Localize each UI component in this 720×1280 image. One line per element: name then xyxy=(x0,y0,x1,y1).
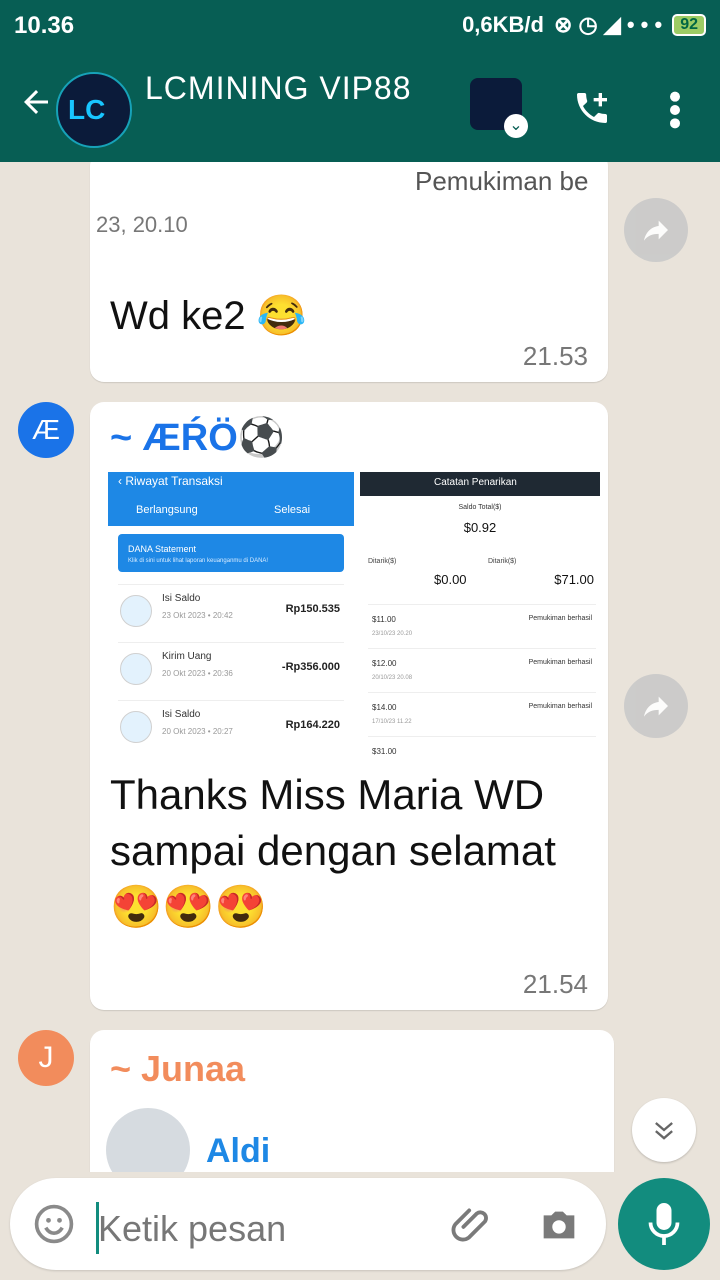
plus-icon xyxy=(120,595,152,627)
transaction-label: Kirim Uang xyxy=(162,651,212,662)
contact-name[interactable]: Aldi xyxy=(206,1132,270,1171)
attach-icon[interactable] xyxy=(450,1202,496,1248)
transaction-date: 23 Okt 2023 • 20:42 xyxy=(162,611,233,620)
withdrawal-screenshot: Catatan Penarikan Saldo Total($) $0.92 D… xyxy=(360,472,600,757)
sender-avatar[interactable]: J xyxy=(18,1030,74,1086)
transaction-amount: Rp164.220 xyxy=(285,719,340,731)
network-speed: 0,6KB/d xyxy=(462,12,544,37)
withdrawal-row: $11.00 23/10/23 20.20 Pemukiman berhasil xyxy=(368,604,596,649)
voice-record-button[interactable] xyxy=(618,1178,710,1270)
dana-header: ‹ Riwayat Transaksi Berlangsung Selesai xyxy=(108,472,354,526)
contact-avatar xyxy=(106,1108,190,1172)
chat-header: LC LCMINING VIP88 ⌄ xyxy=(0,52,720,162)
emoji-icon[interactable] xyxy=(32,1202,76,1246)
dana-statement-banner: DANA Statement Klik di sini untuk lihat … xyxy=(118,534,344,572)
transaction-row: Isi Saldo 23 Okt 2023 • 20:42 Rp150.535 xyxy=(118,584,344,641)
attached-image[interactable]: ‹ Riwayat Transaksi Berlangsung Selesai … xyxy=(108,472,600,757)
withdrawal-status: Pemukiman berhasil xyxy=(528,615,592,622)
withdrawal-amount: $11.00 xyxy=(372,615,396,624)
dana-tab-ongoing: Berlangsung xyxy=(136,504,198,516)
more-options-icon[interactable] xyxy=(668,90,682,130)
withdrawal-amount: $31.00 xyxy=(372,747,397,756)
dana-tab-done: Selesai xyxy=(274,504,311,516)
transaction-row: Kirim Uang 20 Okt 2023 • 20:36 -Rp356.00… xyxy=(118,642,344,699)
transaction-amount: -Rp356.000 xyxy=(281,661,340,673)
dana-screenshot: ‹ Riwayat Transaksi Berlangsung Selesai … xyxy=(108,472,354,757)
sender-avatar[interactable]: Æ xyxy=(18,402,74,458)
forward-button[interactable] xyxy=(624,198,688,262)
message-time: 21.54 xyxy=(522,969,588,999)
transaction-date: 20 Okt 2023 • 20:27 xyxy=(162,727,233,736)
withdrawal-row: $12.00 20/10/23 20.08 Pemukiman berhasil xyxy=(368,648,596,693)
chat-title[interactable]: LCMINING VIP88 xyxy=(145,70,412,107)
dana-statement-sub: Klik di sini untuk lihat laporan keuanga… xyxy=(128,558,269,564)
withdrawn-label-left: Ditarik($) xyxy=(368,558,397,565)
group-logo-text: LC xyxy=(68,94,106,125)
saldo-label: Saldo Total($) xyxy=(458,504,502,511)
withdrawn-value-right: $71.00 xyxy=(554,572,594,587)
back-arrow-icon[interactable] xyxy=(18,84,54,120)
scroll-to-bottom-button[interactable] xyxy=(632,1098,696,1162)
person-icon xyxy=(120,653,152,685)
withdrawal-amount: $14.00 xyxy=(372,703,397,712)
withdrawn-value-left: $0.00 xyxy=(434,572,467,587)
dana-title: ‹ Riwayat Transaksi xyxy=(118,474,223,488)
message-time: 21.53 xyxy=(522,341,588,371)
microphone-icon xyxy=(648,1203,680,1245)
transaction-label: Isi Saldo xyxy=(162,709,201,720)
withdrawal-row: $31.00 xyxy=(368,736,596,757)
withdrawal-row: $14.00 17/10/23 11.22 Pemukiman berhasil xyxy=(368,692,596,737)
message-bubble[interactable]: Pemukiman be 23, 20.10 Wd ke2 😂 21.53 xyxy=(90,162,608,382)
message-list[interactable]: Pemukiman be 23, 20.10 Wd ke2 😂 21.53 Æ … xyxy=(0,162,720,1172)
status-icons: ⊗ ◷ ◢ • • • xyxy=(553,12,663,37)
withdrawal-status: Pemukiman berhasil xyxy=(528,703,592,710)
withdrawal-status: Pemukiman berhasil xyxy=(528,659,592,666)
withdrawal-title: Catatan Penarikan xyxy=(434,477,517,488)
double-chevron-down-icon xyxy=(655,1122,673,1140)
camera-icon[interactable] xyxy=(536,1202,582,1248)
quoted-text: Pemukiman be xyxy=(415,166,589,196)
forward-icon xyxy=(644,220,668,241)
withdrawal-date: 20/10/23 20.08 xyxy=(372,675,413,681)
status-bar: 10.36 0,6KB/d ⊗ ◷ ◢ • • • 92 xyxy=(0,0,720,52)
quoted-time: 23, 20.10 xyxy=(96,212,188,237)
message-input[interactable]: Ketik pesan xyxy=(10,1178,606,1270)
group-avatar[interactable]: LC xyxy=(56,72,132,148)
sender-name[interactable]: ~ ÆŔÖ⚽ xyxy=(110,416,285,460)
battery-badge: 92 xyxy=(672,14,706,36)
withdrawal-amount: $12.00 xyxy=(372,659,397,668)
transaction-amount: Rp150.535 xyxy=(285,603,340,615)
withdrawal-header: Catatan Penarikan xyxy=(360,472,600,496)
withdrawal-date: 17/10/23 11.22 xyxy=(372,719,412,725)
status-time: 10.36 xyxy=(14,12,75,39)
sender-name[interactable]: ~ Junaa xyxy=(110,1048,245,1090)
status-right: 0,6KB/d ⊗ ◷ ◢ • • • 92 xyxy=(462,12,706,38)
add-call-icon[interactable] xyxy=(572,88,612,128)
dana-statement-title: DANA Statement xyxy=(128,544,197,554)
withdrawn-label-right: Ditarik($) xyxy=(488,558,517,565)
transaction-date: 20 Okt 2023 • 20:36 xyxy=(162,669,233,678)
message-bubble[interactable]: ~ ÆŔÖ⚽ ‹ Riwayat Transaksi Berlangsung S… xyxy=(90,402,608,1010)
status-thumbnail[interactable]: ⌄ xyxy=(470,78,528,138)
transaction-row: Isi Saldo 20 Okt 2023 • 20:27 Rp164.220 xyxy=(118,700,344,757)
message-text: Thanks Miss Maria WD sampai dengan selam… xyxy=(110,771,556,930)
saldo-value: $0.92 xyxy=(463,520,497,535)
message-text: Wd ke2 😂 xyxy=(110,294,307,338)
chevron-down-icon: ⌄ xyxy=(504,114,528,138)
input-bar: Ketik pesan xyxy=(0,1172,720,1280)
forward-button[interactable] xyxy=(624,674,688,738)
withdrawal-date: 23/10/23 20.20 xyxy=(372,631,413,637)
message-bubble[interactable]: ~ Junaa Aldi xyxy=(90,1030,614,1172)
message-placeholder: Ketik pesan xyxy=(98,1208,287,1249)
forward-icon xyxy=(644,696,668,717)
transaction-label: Isi Saldo xyxy=(162,593,201,604)
plus-icon xyxy=(120,711,152,743)
